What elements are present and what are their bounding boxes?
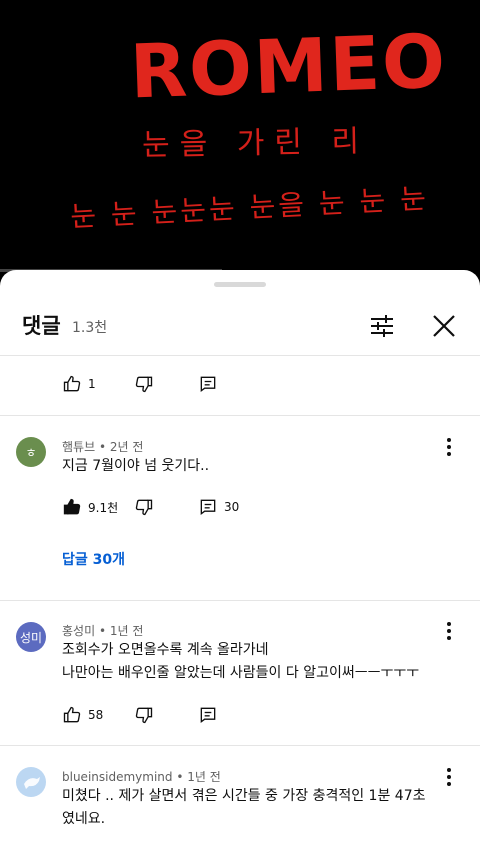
comment-item: blueinsidemymind • 1년 전 미쳤다 .. 제가 살면서 겪은… bbox=[0, 747, 480, 854]
reply-count: 30 bbox=[224, 500, 240, 514]
like-button[interactable]: 9.1천 bbox=[62, 495, 118, 519]
like-button[interactable]: 1 bbox=[62, 372, 96, 396]
thumbs-down-icon bbox=[135, 376, 153, 393]
avatar[interactable]: ㅎ bbox=[16, 437, 46, 467]
dislike-button[interactable] bbox=[134, 372, 154, 396]
video-title-art: ROMEO bbox=[128, 18, 449, 116]
avatar-initial: 성미 bbox=[19, 630, 43, 645]
comment-time: 1년 전 bbox=[109, 624, 144, 638]
comment-time: 2년 전 bbox=[109, 440, 144, 454]
comment-author[interactable]: 홍성미 bbox=[62, 624, 95, 638]
comment-item: ㅎ 햄튜브 • 2년 전 지금 7월이야 넘 웃기다.. 9.1천 30 답글 … bbox=[0, 417, 480, 601]
close-icon[interactable] bbox=[428, 310, 460, 342]
video-player[interactable]: ROMEO 눈을 가린 리 눈 눈 눈눈눈 눈을 눈 눈 눈 bbox=[0, 0, 480, 272]
sort-filter-icon[interactable] bbox=[366, 310, 398, 342]
comment-text: 조회수가 오면올수록 계속 올라가네 나만아는 배우인줄 알았는데 사람들이 다… bbox=[62, 642, 420, 681]
comment-meta: 햄튜브 • 2년 전 bbox=[62, 438, 143, 455]
comment-author[interactable]: blueinsidemymind bbox=[62, 770, 173, 784]
dislike-button[interactable] bbox=[134, 495, 154, 519]
comment-author[interactable]: 햄튜브 bbox=[62, 440, 95, 454]
avatar[interactable]: 성미 bbox=[16, 622, 46, 652]
meta-separator: • bbox=[98, 624, 107, 638]
comment-text: 지금 7월이야 넘 웃기다.. bbox=[62, 458, 210, 474]
comments-title: 댓글 bbox=[22, 314, 61, 338]
bird-avatar-icon bbox=[24, 777, 40, 789]
thumbs-up-icon bbox=[63, 706, 81, 723]
comment-meta: 홍성미 • 1년 전 bbox=[62, 622, 143, 639]
reply-button[interactable]: 30 bbox=[198, 495, 239, 519]
comment-actions: 58 bbox=[62, 703, 362, 727]
avatar-initial: ㅎ bbox=[25, 445, 37, 460]
comment-item: 1 bbox=[0, 357, 480, 416]
comment-actions: 9.1천 30 bbox=[62, 495, 362, 519]
like-count: 1 bbox=[88, 377, 96, 391]
comment-actions: 1 bbox=[62, 372, 362, 396]
view-replies-link[interactable]: 답글 30개 bbox=[62, 549, 125, 569]
thumbs-down-icon bbox=[135, 499, 153, 516]
thumbs-up-filled-icon bbox=[63, 498, 81, 515]
comment-text: 미쳤다 .. 제가 살면서 겪은 시간들 중 가장 충격적인 1분 47초 였네… bbox=[62, 788, 426, 827]
avatar[interactable] bbox=[16, 767, 46, 797]
drag-handle[interactable] bbox=[214, 282, 266, 287]
reply-button[interactable] bbox=[198, 372, 218, 396]
like-count: 58 bbox=[88, 708, 104, 722]
comment-item: 성미 홍성미 • 1년 전 조회수가 오면올수록 계속 올라가네 나만아는 배우… bbox=[0, 602, 480, 746]
video-handwritten-line-1: 눈을 가린 리 bbox=[141, 124, 370, 163]
like-count: 9.1천 bbox=[88, 500, 119, 515]
comment-icon bbox=[200, 376, 216, 392]
reply-button[interactable] bbox=[198, 703, 218, 727]
meta-separator: • bbox=[176, 770, 184, 784]
comment-time: 1년 전 bbox=[187, 770, 221, 784]
dislike-button[interactable] bbox=[134, 703, 154, 727]
thumbs-up-icon bbox=[63, 375, 81, 392]
thumbs-down-icon bbox=[135, 707, 153, 724]
comment-icon bbox=[200, 499, 216, 515]
video-handwritten-line-2: 눈 눈 눈눈눈 눈을 눈 눈 눈 bbox=[69, 181, 430, 234]
comments-header: 댓글 1.3천 bbox=[0, 300, 480, 356]
comment-meta: blueinsidemymind • 1년 전 bbox=[62, 768, 221, 785]
like-button[interactable]: 58 bbox=[62, 703, 103, 727]
comments-count: 1.3천 bbox=[72, 320, 108, 336]
comments-sheet: 댓글 1.3천 1 ㅎ 햄튜브 • 2년 전 지금 7월이야 넘 웃기다.. 9… bbox=[0, 270, 480, 854]
meta-separator: • bbox=[98, 440, 107, 454]
comment-icon bbox=[200, 707, 216, 723]
